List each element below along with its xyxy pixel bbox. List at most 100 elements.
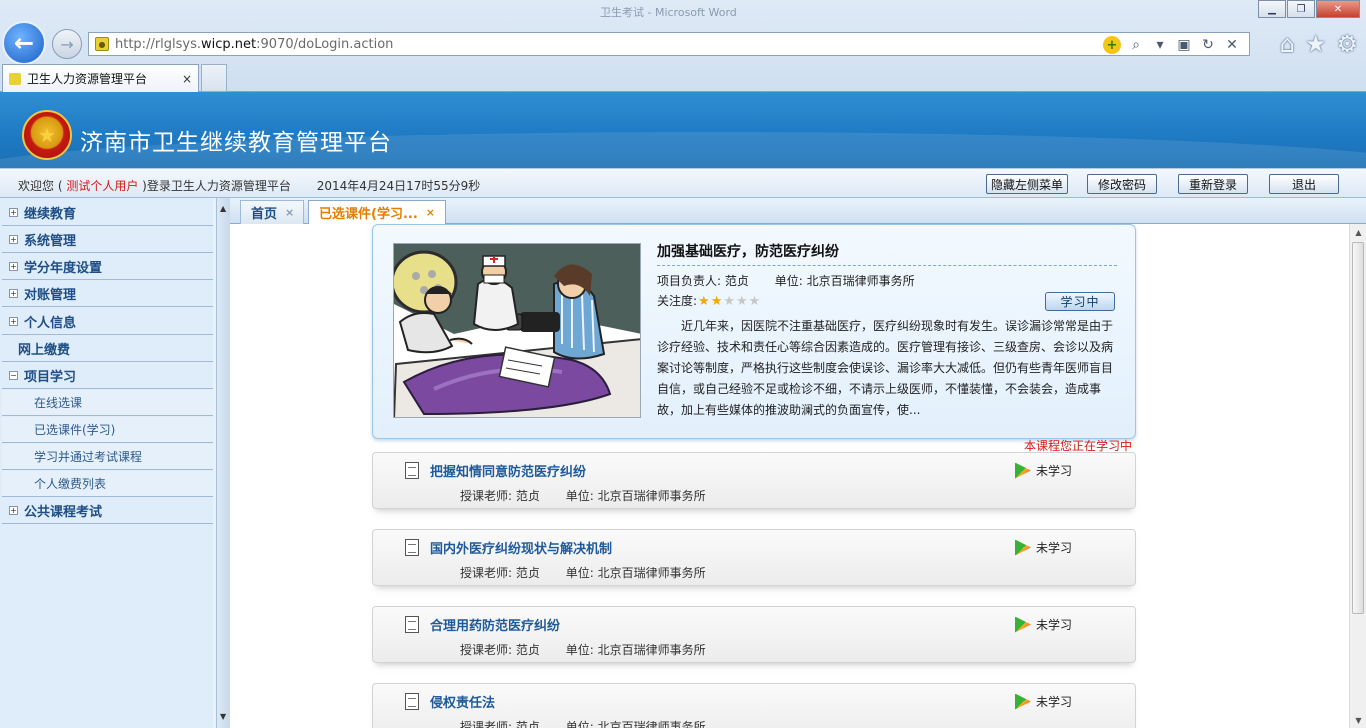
sidebar-item-project-study[interactable]: − 项目学习 xyxy=(2,363,214,389)
chevron-down-icon[interactable]: ▾ xyxy=(1151,36,1169,54)
logout-button[interactable]: 退出 xyxy=(1269,174,1339,194)
star-rating: ★★★★★ xyxy=(697,294,760,308)
sidebar-item-reconciliation[interactable]: + 对账管理 xyxy=(2,281,214,307)
compat-view-icon[interactable]: ▣ xyxy=(1175,36,1193,54)
star-filled-icon: ★ xyxy=(698,293,710,309)
scroll-down-icon[interactable]: ▼ xyxy=(1350,712,1366,728)
sidebar-splitter[interactable]: ▲ ▼ xyxy=(216,198,230,728)
browser-tab-title: 卫生人力资源管理平台 xyxy=(27,72,148,86)
sidebar-item-online-payment[interactable]: 网上缴费 xyxy=(2,336,214,362)
sidebar-subitem-online-course-selection[interactable]: 在线选课 xyxy=(2,390,214,416)
expand-icon: + xyxy=(9,262,18,271)
expand-icon: + xyxy=(9,317,18,326)
close-window-button[interactable]: ✕ xyxy=(1316,0,1360,18)
change-password-button[interactable]: 修改密码 xyxy=(1087,174,1157,194)
course-card: 国内外医疗纠纷现状与解决机制 授课老师: 范贞 单位: 北京百瑞律师事务所 未学… xyxy=(372,529,1136,586)
app-title: 济南市卫生继续教育管理平台 xyxy=(80,130,392,156)
main-content: 加强基础医疗，防范医疗纠纷 项目负责人: 范贞 单位: 北京百瑞律师事务所 关注… xyxy=(230,224,1366,728)
vertical-scrollbar[interactable]: ▲ ▼ xyxy=(1349,224,1366,728)
url-text[interactable]: http://rlglsys.wicp.net:9070/doLogin.act… xyxy=(115,37,393,52)
document-icon xyxy=(405,462,419,479)
maximize-button[interactable]: ❐ xyxy=(1287,0,1315,18)
home-icon[interactable]: ⌂ xyxy=(1280,30,1295,58)
course-status[interactable]: 未学习 xyxy=(1015,616,1072,633)
close-tab-icon[interactable]: × xyxy=(182,72,192,86)
app-header: ★ 济南市卫生继续教育管理平台 xyxy=(0,92,1366,168)
course-status[interactable]: 未学习 xyxy=(1015,693,1072,710)
doctors-patient-illustration xyxy=(394,244,640,417)
project-leader: 范贞 xyxy=(724,274,749,288)
scroll-up-arrow-icon[interactable]: ▲ xyxy=(220,204,226,213)
browser-tab[interactable]: 卫生人力资源管理平台 × xyxy=(2,64,199,92)
expand-icon: + xyxy=(9,235,18,244)
tab-home[interactable]: 首页 × xyxy=(240,200,304,224)
browser-tab-bar: 卫生人力资源管理平台 × xyxy=(0,62,1366,92)
featured-course-title[interactable]: 加强基础医疗，防范医疗纠纷 xyxy=(657,241,1117,266)
tab-selected-courses[interactable]: 已选课件(学习... × xyxy=(308,200,446,225)
address-tools: + ⌕ ▾ ▣ ↻ ✕ xyxy=(1103,36,1241,54)
course-teacher: 范贞 xyxy=(515,643,540,657)
welcome-bar: 欢迎您 ( 测试个人用户 )登录卫生人力资源管理平台 2014年4月24日17时… xyxy=(0,168,1366,198)
minimize-button[interactable]: ▁ xyxy=(1258,0,1286,18)
favicon-icon xyxy=(9,72,21,85)
course-title[interactable]: 侵权责任法 xyxy=(430,692,495,711)
sidebar-item-public-course-exam[interactable]: + 公共课程考试 xyxy=(2,498,214,524)
course-card: 合理用药防范医疗纠纷 授课老师: 范贞 单位: 北京百瑞律师事务所 未学习 xyxy=(372,606,1136,663)
star-empty-icon: ★ xyxy=(736,293,748,309)
document-icon xyxy=(405,539,419,556)
course-card: 把握知情同意防范医疗纠纷 授课老师: 范贞 单位: 北京百瑞律师事务所 未学习 xyxy=(372,452,1136,509)
content-tab-bar: 首页 × 已选课件(学习... × xyxy=(230,198,1366,225)
sidebar-item-personal-info[interactable]: + 个人信息 xyxy=(2,309,214,335)
browser-chrome: 卫生考试 - Microsoft Word ▁ ❐ ✕ ← → ● http:/… xyxy=(0,0,1366,92)
star-empty-icon: ★ xyxy=(723,293,736,309)
gear-icon[interactable]: ⚙ xyxy=(1336,30,1358,58)
sidebar-subitem-passed-courses[interactable]: 学习并通过考试课程 xyxy=(2,444,214,470)
close-tab-icon[interactable]: × xyxy=(285,206,294,219)
sidebar-subitem-selected-courses[interactable]: 已选课件(学习) xyxy=(2,417,214,443)
course-unit: 北京百瑞律师事务所 xyxy=(597,643,706,657)
forward-button[interactable]: → xyxy=(52,29,82,59)
leader-unit: 北京百瑞律师事务所 xyxy=(806,274,915,288)
studying-button[interactable]: 学习中 xyxy=(1045,292,1115,311)
sidebar-item-continuing-education[interactable]: + 继续教育 xyxy=(2,200,214,226)
search-icon[interactable]: ⌕ xyxy=(1127,36,1145,54)
course-status[interactable]: 未学习 xyxy=(1015,539,1072,556)
course-title[interactable]: 把握知情同意防范医疗纠纷 xyxy=(430,461,586,480)
favorites-star-icon[interactable]: ★ xyxy=(1305,30,1327,58)
course-meta: 授课老师: 范贞 单位: 北京百瑞律师事务所 xyxy=(460,718,706,728)
address-bar[interactable]: ● http://rlglsys.wicp.net:9070/doLogin.a… xyxy=(88,32,1250,56)
window-title: 卫生考试 - Microsoft Word xyxy=(600,6,737,19)
course-title[interactable]: 合理用药防范医疗纠纷 xyxy=(430,615,560,634)
login-datetime: 2014年4月24日17时55分9秒 xyxy=(316,179,481,193)
sidebar-item-credit-year[interactable]: + 学分年度设置 xyxy=(2,254,214,280)
window-controls: ▁ ❐ ✕ xyxy=(1257,0,1360,18)
course-illustration xyxy=(393,243,641,418)
relogin-button[interactable]: 重新登录 xyxy=(1178,174,1248,194)
course-meta: 授课老师: 范贞 单位: 北京百瑞律师事务所 xyxy=(460,566,706,580)
course-status[interactable]: 未学习 xyxy=(1015,462,1072,479)
play-icon xyxy=(1015,616,1031,633)
course-card: 侵权责任法 授课老师: 范贞 单位: 北京百瑞律师事务所 未学习 xyxy=(372,683,1136,728)
course-meta: 授课老师: 范贞 单位: 北京百瑞律师事务所 xyxy=(460,643,706,657)
collapse-icon: − xyxy=(9,371,18,380)
hide-sidebar-button[interactable]: 隐藏左侧菜单 xyxy=(986,174,1068,194)
expand-icon: + xyxy=(9,289,18,298)
scroll-down-arrow-icon[interactable]: ▼ xyxy=(220,712,226,721)
sidebar-subitem-payment-list[interactable]: 个人缴费列表 xyxy=(2,471,214,497)
close-tab-icon[interactable]: × xyxy=(426,206,435,219)
new-tab-button[interactable] xyxy=(201,64,227,92)
refresh-icon[interactable]: ↻ xyxy=(1199,36,1217,54)
page-icon: ● xyxy=(95,37,109,51)
back-button[interactable]: ← xyxy=(2,21,46,65)
compatibility-icon[interactable]: + xyxy=(1103,36,1121,54)
course-teacher: 范贞 xyxy=(515,566,540,580)
scrollbar-thumb[interactable] xyxy=(1352,242,1364,614)
course-teacher: 范贞 xyxy=(515,489,540,503)
featured-course-description: 近几年来，因医院不注重基础医疗，医疗纠纷现象时有发生。误诊漏诊常常是由于诊疗经验… xyxy=(657,319,1114,417)
stop-icon[interactable]: ✕ xyxy=(1223,36,1241,54)
sidebar-item-system-management[interactable]: + 系统管理 xyxy=(2,227,214,253)
play-icon xyxy=(1015,693,1031,710)
star-empty-icon: ★ xyxy=(748,293,761,309)
scroll-up-icon[interactable]: ▲ xyxy=(1350,224,1366,240)
course-title[interactable]: 国内外医疗纠纷现状与解决机制 xyxy=(430,538,612,557)
